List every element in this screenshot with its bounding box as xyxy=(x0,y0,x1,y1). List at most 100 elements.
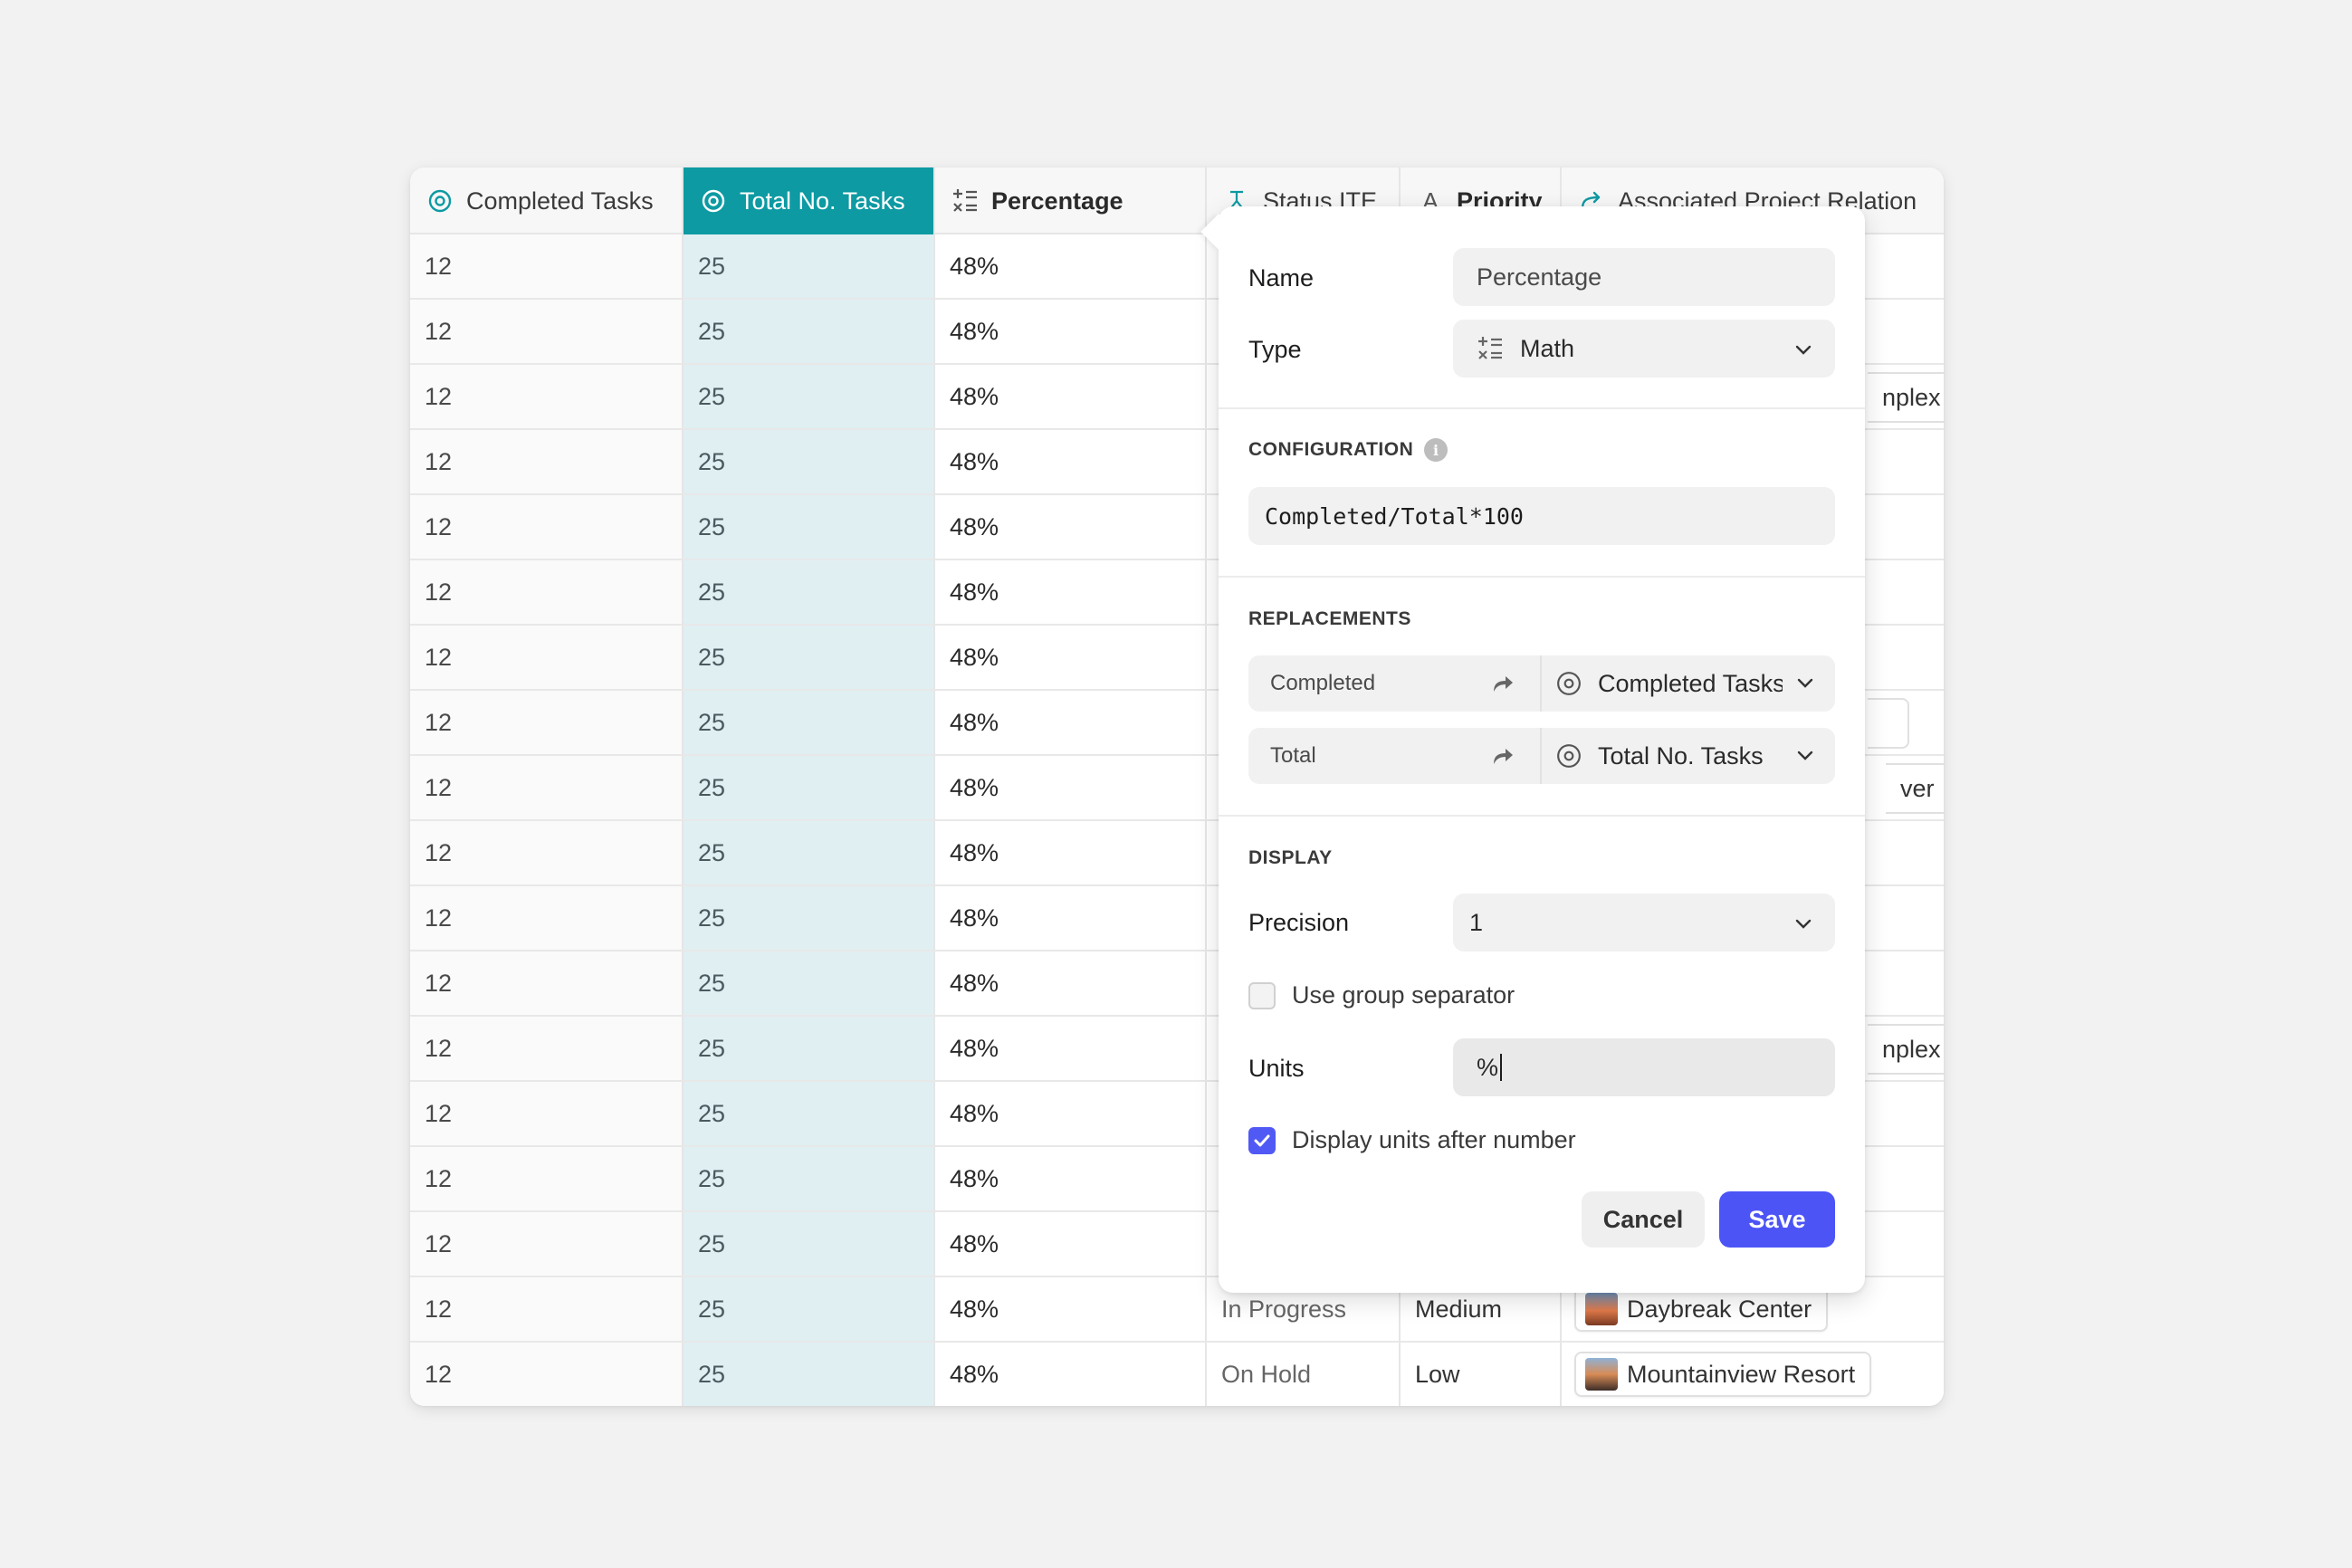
forward-arrow-icon xyxy=(1491,744,1515,772)
cell-total-tasks[interactable]: 25 xyxy=(684,886,935,950)
project-tag-partial[interactable]: ver xyxy=(1886,763,1944,814)
cell-status[interactable]: On Hold xyxy=(1207,1343,1401,1406)
cell-percentage[interactable]: 48% xyxy=(935,1017,1207,1080)
cell-total-tasks[interactable]: 25 xyxy=(684,626,935,689)
checkmark-icon xyxy=(1254,1134,1270,1146)
cell-percentage[interactable]: 48% xyxy=(935,821,1207,884)
divider xyxy=(1540,728,1542,784)
cell-completed-tasks[interactable]: 12 xyxy=(410,495,684,559)
replacement-value-select[interactable]: Total No. Tasks xyxy=(1556,728,1783,784)
cell-total-tasks[interactable]: 25 xyxy=(684,1212,935,1276)
cell-percentage[interactable]: 48% xyxy=(935,560,1207,624)
replacement-key: Completed xyxy=(1270,671,1376,695)
cell-completed-tasks[interactable]: 12 xyxy=(410,691,684,754)
cell-percentage[interactable]: 48% xyxy=(935,1147,1207,1210)
units-after-number-option[interactable]: Display units after number xyxy=(1248,1126,1576,1154)
cell-total-tasks[interactable]: 25 xyxy=(684,1147,935,1210)
formula-input[interactable]: Completed/Total*100 xyxy=(1248,487,1835,545)
project-tag-partial[interactable]: nplex xyxy=(1868,372,1944,423)
save-button[interactable]: Save xyxy=(1719,1191,1835,1248)
cell-total-tasks[interactable]: 25 xyxy=(684,300,935,363)
cell-percentage[interactable]: 48% xyxy=(935,365,1207,428)
type-label: Type xyxy=(1248,336,1302,363)
cell-completed-tasks[interactable]: 12 xyxy=(410,1212,684,1276)
cell-total-tasks[interactable]: 25 xyxy=(684,430,935,493)
project-tag[interactable]: Daybreak Center xyxy=(1574,1286,1829,1332)
cell-completed-tasks[interactable]: 12 xyxy=(410,234,684,298)
cell-percentage[interactable]: 48% xyxy=(935,951,1207,1015)
cell-completed-tasks[interactable]: 12 xyxy=(410,626,684,689)
cell-total-tasks[interactable]: 25 xyxy=(684,1017,935,1080)
group-separator-option[interactable]: Use group separator xyxy=(1248,981,1515,1009)
cell-percentage[interactable]: 48% xyxy=(935,1082,1207,1145)
cell-total-tasks[interactable]: 25 xyxy=(684,234,935,298)
cell-completed-tasks[interactable]: 12 xyxy=(410,756,684,819)
cell-total-tasks[interactable]: 25 xyxy=(684,756,935,819)
units-label: Units xyxy=(1248,1055,1305,1082)
cell-percentage[interactable]: 48% xyxy=(935,1277,1207,1341)
cell-total-tasks[interactable]: 25 xyxy=(684,560,935,624)
cell-completed-tasks[interactable]: 12 xyxy=(410,300,684,363)
cell-priority[interactable]: Low xyxy=(1401,1343,1562,1406)
group-separator-checkbox[interactable] xyxy=(1248,981,1276,1009)
cell-percentage[interactable]: 48% xyxy=(935,234,1207,298)
cell-percentage[interactable]: 48% xyxy=(935,300,1207,363)
replacement-value-select[interactable]: Completed Tasks xyxy=(1556,655,1783,712)
cell-total-tasks[interactable]: 25 xyxy=(684,951,935,1015)
cell-completed-tasks[interactable]: 12 xyxy=(410,1343,684,1406)
cell-completed-tasks[interactable]: 12 xyxy=(410,1017,684,1080)
cell-completed-tasks[interactable]: 12 xyxy=(410,1082,684,1145)
divider xyxy=(1219,407,1865,409)
cancel-button[interactable]: Cancel xyxy=(1582,1191,1705,1248)
cell-completed-tasks[interactable]: 12 xyxy=(410,1277,684,1341)
info-icon[interactable]: i xyxy=(1424,438,1448,462)
forward-arrow-icon xyxy=(1491,672,1515,700)
cell-completed-tasks[interactable]: 12 xyxy=(410,1147,684,1210)
replacements-section-title: REPLACEMENTS xyxy=(1248,608,1411,629)
cell-associated-project[interactable]: Mountainview Resort xyxy=(1562,1343,1944,1406)
target-icon xyxy=(1556,671,1582,696)
precision-select[interactable]: 1 xyxy=(1453,894,1835,951)
cell-completed-tasks[interactable]: 12 xyxy=(410,365,684,428)
cell-completed-tasks[interactable]: 12 xyxy=(410,430,684,493)
replacement-row: Completed Completed Tasks xyxy=(1248,655,1835,712)
table-row[interactable]: 12 25 48% On Hold Low Mountainview Resort xyxy=(410,1343,1944,1406)
column-header-completed-tasks[interactable]: Completed Tasks xyxy=(410,167,684,234)
project-thumbnail xyxy=(1585,1293,1618,1325)
cell-completed-tasks[interactable]: 12 xyxy=(410,821,684,884)
units-after-number-checkbox[interactable] xyxy=(1248,1126,1276,1154)
cell-completed-tasks[interactable]: 12 xyxy=(410,886,684,950)
chevron-down-icon[interactable] xyxy=(1795,674,1815,698)
configuration-section-title: CONFIGURATION i xyxy=(1248,438,1448,462)
cell-percentage[interactable]: 48% xyxy=(935,756,1207,819)
cell-completed-tasks[interactable]: 12 xyxy=(410,951,684,1015)
cell-percentage[interactable]: 48% xyxy=(935,1343,1207,1406)
cell-total-tasks[interactable]: 25 xyxy=(684,821,935,884)
cell-percentage[interactable]: 48% xyxy=(935,691,1207,754)
type-select[interactable]: Math xyxy=(1453,320,1835,378)
name-label: Name xyxy=(1248,264,1315,292)
cell-completed-tasks[interactable]: 12 xyxy=(410,560,684,624)
chevron-down-icon[interactable] xyxy=(1795,746,1815,770)
name-input[interactable]: Percentage xyxy=(1453,248,1835,306)
project-tag[interactable]: Mountainview Resort xyxy=(1574,1352,1872,1397)
chevron-down-icon xyxy=(1793,913,1813,941)
units-input[interactable]: % xyxy=(1453,1038,1835,1096)
column-header-total-tasks[interactable]: Total No. Tasks xyxy=(684,167,935,234)
project-tag-partial[interactable]: nplex xyxy=(1868,1024,1944,1075)
text-caret xyxy=(1500,1054,1503,1081)
cell-percentage[interactable]: 48% xyxy=(935,495,1207,559)
cell-total-tasks[interactable]: 25 xyxy=(684,365,935,428)
project-tag-partial[interactable] xyxy=(1868,698,1909,749)
cell-total-tasks[interactable]: 25 xyxy=(684,495,935,559)
cell-percentage[interactable]: 48% xyxy=(935,430,1207,493)
cell-percentage[interactable]: 48% xyxy=(935,1212,1207,1276)
column-header-percentage[interactable]: Percentage xyxy=(935,167,1207,234)
cell-percentage[interactable]: 48% xyxy=(935,626,1207,689)
cell-percentage[interactable]: 48% xyxy=(935,886,1207,950)
cell-total-tasks[interactable]: 25 xyxy=(684,1082,935,1145)
field-config-popover: Name Percentage Type Math CONFIGURATION … xyxy=(1200,206,1865,1293)
cell-total-tasks[interactable]: 25 xyxy=(684,691,935,754)
cell-total-tasks[interactable]: 25 xyxy=(684,1277,935,1341)
cell-total-tasks[interactable]: 25 xyxy=(684,1343,935,1406)
